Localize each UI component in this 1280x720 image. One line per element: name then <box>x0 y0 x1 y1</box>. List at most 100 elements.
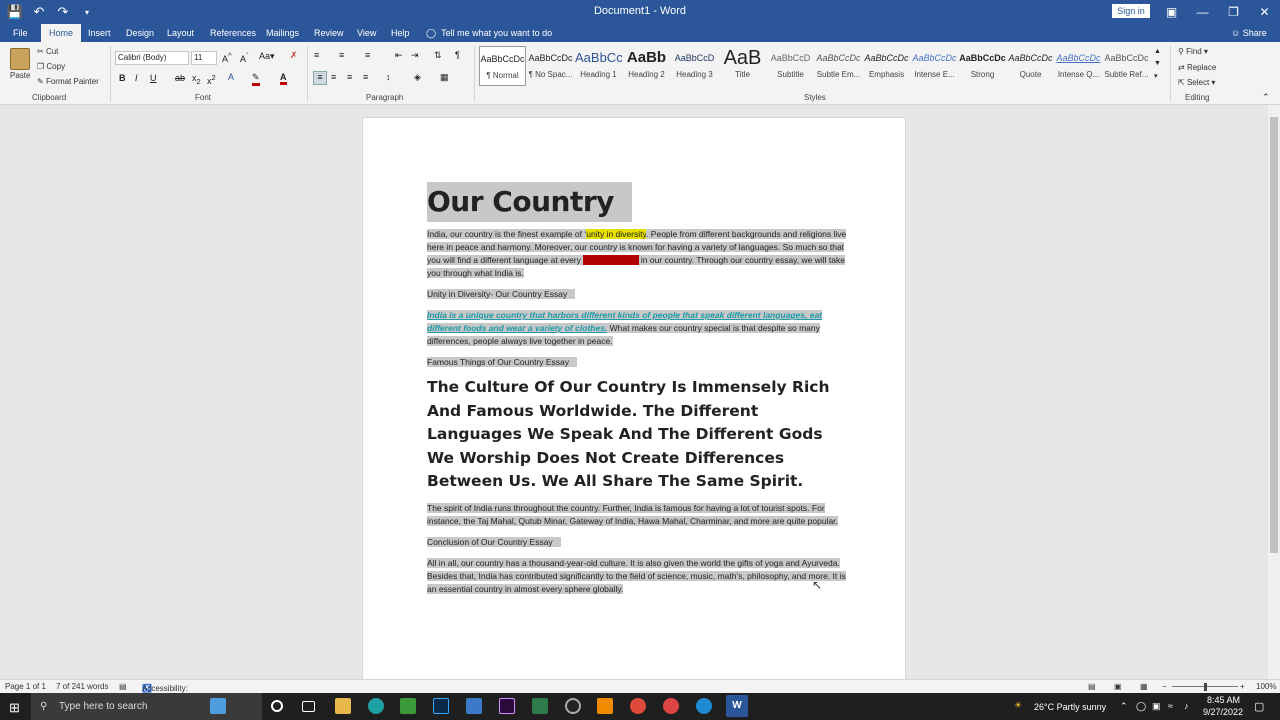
style-heading-2[interactable]: AaBb Heading 2 <box>623 46 670 86</box>
increase-indent-icon[interactable]: ⇥ <box>411 50 419 61</box>
word-icon[interactable]: W <box>726 695 748 717</box>
weather-text[interactable]: 26°C Partly sunny <box>1034 702 1106 712</box>
store-icon[interactable] <box>400 698 416 714</box>
document-content[interactable]: Our Country India, our country is the fi… <box>427 182 847 596</box>
battery-icon[interactable]: ▣ <box>1152 701 1161 712</box>
page-count[interactable]: Page 1 of 1 <box>5 682 46 691</box>
clock-time[interactable]: 8:45 AM <box>1207 695 1240 705</box>
app-icon[interactable] <box>466 698 482 714</box>
document-title[interactable]: Our Country <box>427 182 632 222</box>
chrome-icon[interactable] <box>696 698 712 714</box>
style-subtle-emphasis[interactable]: AaBbCcDc Subtle Em... <box>815 46 862 86</box>
tab-view[interactable]: View <box>351 24 382 42</box>
app-icon[interactable] <box>532 698 548 714</box>
web-layout-icon[interactable]: ▦ <box>1140 682 1148 691</box>
edge-icon[interactable] <box>368 698 384 714</box>
paragraph-intro[interactable]: India, our country is the finest example… <box>427 228 847 280</box>
zoom-level[interactable]: 100% <box>1256 682 1276 691</box>
proofing-icon[interactable]: ▤ <box>119 682 127 691</box>
tab-home[interactable]: Home <box>41 24 82 42</box>
style-subtitle[interactable]: AaBbCcD Subtitle <box>767 46 814 86</box>
task-view-icon[interactable] <box>302 701 315 712</box>
tab-help[interactable]: Help <box>385 24 416 42</box>
sort-icon[interactable]: ⇅ <box>434 50 442 61</box>
word-count[interactable]: 7 of 241 words <box>56 682 108 691</box>
vertical-scrollbar[interactable] <box>1268 105 1280 679</box>
align-right-icon[interactable]: ≡ <box>347 72 352 82</box>
ribbon-display-icon[interactable]: ▣ <box>1156 2 1187 22</box>
zoom-in-button[interactable]: + <box>1240 682 1245 691</box>
bullets-icon[interactable]: ≡ <box>314 50 319 60</box>
underline-icon[interactable]: U <box>150 73 157 83</box>
paragraph-unity[interactable]: India is a unique country that harbors d… <box>427 309 847 348</box>
tray-chevron-icon[interactable]: ⌃ <box>1120 701 1128 712</box>
style-emphasis[interactable]: AaBbCcDc Emphasis <box>863 46 910 86</box>
borders-icon[interactable]: ▦ <box>440 72 449 83</box>
chrome-icon[interactable] <box>663 698 679 714</box>
strikethrough-icon[interactable]: ab <box>175 73 185 83</box>
superscript-icon[interactable]: x2 <box>207 73 216 86</box>
collapse-ribbon-icon[interactable]: ⌃ <box>1262 92 1270 103</box>
heading-unity[interactable]: Unity in Diversity- Our Country Essay <box>427 288 847 301</box>
style-no-spacing[interactable]: AaBbCcDc ¶ No Spac... <box>527 46 574 86</box>
document-page[interactable]: Our Country India, our country is the fi… <box>362 117 906 687</box>
tell-me-search[interactable]: ◯ Tell me what you want to do <box>426 24 552 42</box>
font-size-select[interactable]: 11 <box>191 51 217 65</box>
style-title[interactable]: AaB Title <box>719 46 766 86</box>
volume-icon[interactable]: ♪ <box>1184 701 1189 711</box>
windows-start-icon[interactable]: ⊞ <box>9 700 20 716</box>
style-heading-1[interactable]: AaBbCc Heading 1 <box>575 46 622 86</box>
zoom-slider-thumb[interactable] <box>1204 683 1207 691</box>
style-normal[interactable]: AaBbCcDc ¶ Normal <box>479 46 526 86</box>
tab-layout[interactable]: Layout <box>161 24 200 42</box>
cortana-icon[interactable] <box>271 700 283 712</box>
multilevel-list-icon[interactable]: ≡ <box>365 50 370 60</box>
close-button[interactable]: ✕ <box>1249 2 1280 22</box>
paste-icon[interactable] <box>10 48 30 70</box>
print-layout-icon[interactable]: ▣ <box>1114 682 1122 691</box>
align-left-icon[interactable]: ≡ <box>313 71 327 85</box>
find-button[interactable]: ⚲ Find ▾ <box>1178 47 1208 56</box>
read-mode-icon[interactable]: ▤ <box>1088 682 1096 691</box>
select-button[interactable]: ⇱ Select ▾ <box>1178 78 1215 87</box>
chrome-icon[interactable] <box>630 698 646 714</box>
large-bold-paragraph[interactable]: The Culture Of Our Country Is Immensely … <box>427 376 847 494</box>
subscript-icon[interactable]: x2 <box>192 73 201 86</box>
replace-button[interactable]: ⇄ Replace <box>1178 63 1216 72</box>
style-subtle-reference[interactable]: AaBbCcDc Subtle Ref... <box>1103 46 1150 86</box>
style-intense-emphasis[interactable]: AaBbCcDc Intense E... <box>911 46 958 86</box>
format-painter-button[interactable]: ✎ Format Painter <box>37 77 99 86</box>
copy-button[interactable]: ❐ Copy <box>37 62 65 71</box>
style-strong[interactable]: AaBbCcDc Strong <box>959 46 1006 86</box>
heading-famous[interactable]: Famous Things of Our Country Essay <box>427 356 847 369</box>
minimize-button[interactable]: — <box>1187 2 1218 22</box>
decrease-indent-icon[interactable]: ⇤ <box>395 50 403 61</box>
wifi-icon[interactable]: ≈ <box>1168 701 1173 711</box>
style-heading-3[interactable]: AaBbCcD Heading 3 <box>671 46 718 86</box>
clock-date[interactable]: 9/27/2022 <box>1203 707 1243 717</box>
paragraph-conclusion[interactable]: All in all, our country has a thousand-y… <box>427 557 847 596</box>
style-intense-quote[interactable]: AaBbCcDc Intense Q... <box>1055 46 1102 86</box>
shrink-font-icon[interactable]: Aˇ <box>240 51 249 64</box>
show-marks-icon[interactable]: ¶ <box>455 50 460 60</box>
share-button[interactable]: ☺ Share <box>1231 24 1267 42</box>
premiere-icon[interactable] <box>499 698 515 714</box>
highlight-color-icon[interactable]: ✎ <box>252 72 260 86</box>
sign-in-button[interactable]: Sign in <box>1112 4 1150 18</box>
file-explorer-icon[interactable] <box>335 698 351 714</box>
numbering-icon[interactable]: ≡ <box>339 50 344 60</box>
scrollbar-thumb[interactable] <box>1270 117 1278 553</box>
justify-icon[interactable]: ≡ <box>363 72 368 82</box>
search-highlight-icon[interactable] <box>210 698 226 714</box>
clear-formatting-icon[interactable]: ✗ <box>290 50 298 61</box>
text-effects-icon[interactable]: A <box>228 72 234 82</box>
zoom-out-button[interactable]: − <box>1162 682 1167 691</box>
tab-mailings[interactable]: Mailings <box>260 24 305 42</box>
style-quote[interactable]: AaBbCcDc Quote <box>1007 46 1054 86</box>
paste-button-label[interactable]: Paste <box>10 71 30 80</box>
font-color-icon[interactable]: A <box>280 72 287 85</box>
tab-file[interactable]: File <box>7 24 34 42</box>
network-icon[interactable]: ◯ <box>1136 701 1146 712</box>
heading-conclusion[interactable]: Conclusion of Our Country Essay <box>427 536 847 549</box>
italic-icon[interactable]: I <box>135 73 138 83</box>
